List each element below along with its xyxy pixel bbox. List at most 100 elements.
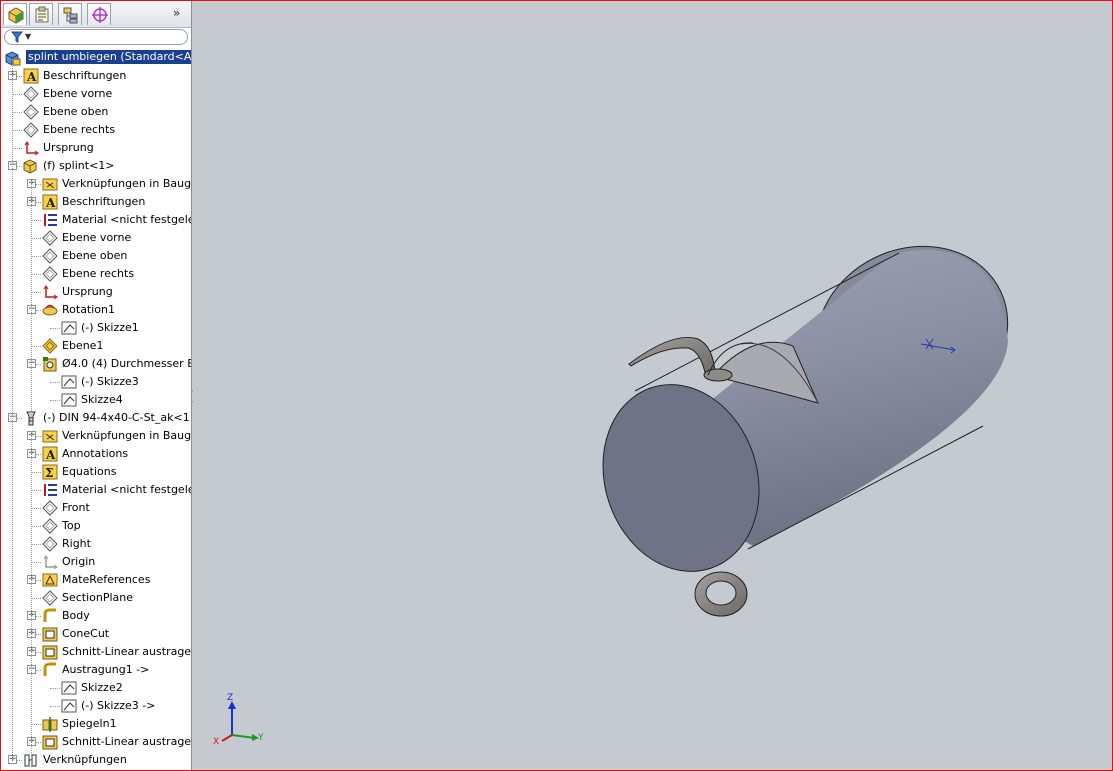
tree-item-beschriftungen[interactable]: + A Beschriftungen [1, 67, 191, 85]
tree-item-din-94-4x40-c-st-ak-1[interactable]: −(-) DIN 94-4x40-C-St_ak<1> -> [1, 409, 191, 427]
tree-item-skizze4[interactable]: Skizze4 [1, 391, 191, 409]
tree-item-ebene-rechts[interactable]: Ebene rechts [1, 121, 191, 139]
tree-item-ebene-oben[interactable]: Ebene oben [1, 103, 191, 121]
tree-item-label: Ebene1 [62, 339, 104, 352]
tree-item-label: Verknüpfungen [43, 753, 127, 766]
feature-tree-filter[interactable]: ▼ [4, 29, 188, 45]
plane-icon [23, 86, 39, 102]
configuration-manager-icon [63, 7, 78, 24]
tree-item-label: Beschriftungen [62, 195, 146, 208]
axis-triad-icon [221, 701, 259, 742]
tree-item-matereferences[interactable]: + MateReferences [1, 571, 191, 589]
tree-item-schnitt-linear-austragen1[interactable]: +Schnitt-Linear austragen1 - [1, 643, 191, 661]
tree-item-top[interactable]: Top [1, 517, 191, 535]
tree-item-right[interactable]: Right [1, 535, 191, 553]
annotation-icon: A [42, 446, 58, 462]
expand-panel-button[interactable]: » [173, 6, 180, 20]
tab-dimxpert-manager[interactable] [87, 3, 111, 25]
tree-item-material-nicht-festgelegt[interactable]: Material <nicht festgelegt> [1, 211, 191, 229]
tree-item-label: Origin [62, 555, 96, 568]
plane-icon [42, 230, 58, 246]
feature-manager-panel: » ▼ splint umbiegen (Standard<Anzeige +A… [1, 1, 192, 770]
mates-folder-icon [42, 178, 58, 191]
tree-item-label: SectionPlane [62, 591, 134, 604]
tree-item-label: Ursprung [43, 141, 94, 154]
triad-y-label: Y [258, 733, 264, 743]
tree-item-ebene-rechts[interactable]: Ebene rechts [1, 265, 191, 283]
tree-item-skizze2[interactable]: Skizze2 [1, 679, 191, 697]
pin-model[interactable] [193, 1, 1112, 770]
tree-item-origin[interactable]: Origin [1, 553, 191, 571]
tree-item-equations[interactable]: Σ Equations [1, 463, 191, 481]
part-icon [23, 159, 37, 174]
plane-icon [23, 122, 39, 138]
tab-configuration-manager[interactable] [58, 3, 82, 25]
svg-text:A: A [26, 70, 37, 84]
triad-z-label: Z [227, 693, 234, 703]
revolve-icon [42, 304, 58, 316]
equation-icon: Σ [42, 464, 58, 480]
origin-icon [24, 141, 39, 156]
dimxpert-icon [92, 7, 108, 23]
tree-item-body[interactable]: + Body [1, 607, 191, 625]
tree-item-austragung1[interactable]: − Austragung1 -> [1, 661, 191, 679]
tree-item-annotations[interactable]: + A Annotations [1, 445, 191, 463]
tree-item-ebene-vorne[interactable]: Ebene vorne [1, 85, 191, 103]
tree-item-label: Material <nicht festgelegt> [62, 483, 191, 496]
tree-item-spiegeln1[interactable]: Spiegeln1 [1, 715, 191, 733]
plane-icon [42, 536, 58, 552]
tree-item-label: Austragung1 -> [62, 663, 150, 676]
view-triad: Z Y X [211, 693, 271, 753]
tree-item-label: Skizze4 [81, 393, 123, 406]
tree-item-material-nicht-festgelegt[interactable]: Material <nicht festgelegt> [1, 481, 191, 499]
tab-feature-manager[interactable] [3, 3, 27, 25]
origin-icon [43, 285, 58, 300]
plane-icon [42, 248, 58, 264]
tree-item-verkn-pfungen[interactable]: + Verknüpfungen [1, 751, 191, 769]
mates-folder-icon [42, 430, 58, 443]
sweep-icon [43, 662, 56, 676]
tree-item-label: Top [62, 519, 81, 532]
tree-item-f-splint-1[interactable]: − (f) splint<1> [1, 157, 191, 175]
plane-icon [42, 266, 58, 282]
solidworks-window: » ▼ splint umbiegen (Standard<Anzeige +A… [0, 0, 1113, 771]
tree-item-verkn-pfungen-in-baugrup[interactable]: +Verknüpfungen in Baugrup [1, 175, 191, 193]
tree-item-sectionplane[interactable]: SectionPlane [1, 589, 191, 607]
tree-item-rotation1[interactable]: − Rotation1 [1, 301, 191, 319]
plane-icon [42, 500, 58, 516]
sketch-icon [61, 321, 77, 335]
tree-item-label: Front [62, 501, 90, 514]
tree-item-label: (-) DIN 94-4x40-C-St_ak<1> -> [43, 411, 192, 424]
tree-item-label: Spiegeln1 [62, 717, 117, 730]
svg-text:Σ: Σ [45, 466, 53, 480]
assembly-icon [5, 51, 21, 66]
tree-item-ebene-oben[interactable]: Ebene oben [1, 247, 191, 265]
tree-item-conecut[interactable]: + ConeCut [1, 625, 191, 643]
graphics-viewport[interactable]: Z Y X [193, 1, 1112, 770]
cut-icon [42, 735, 58, 750]
tree-item-label: Schnitt-Linear austragen1 - [62, 645, 192, 658]
tree-item-skizze3[interactable]: (-) Skizze3 [1, 373, 191, 391]
tree-item-label: (f) splint<1> [43, 159, 115, 172]
tree-item-schnitt-linear-austragen2[interactable]: +Schnitt-Linear austragen2 - [1, 733, 191, 751]
tree-item-beschriftungen[interactable]: + A Beschriftungen [1, 193, 191, 211]
tree-item-label: Ebene oben [62, 249, 128, 262]
tree-item-skizze3[interactable]: (-) Skizze3 -> [1, 697, 191, 715]
tree-guide-line [12, 59, 13, 759]
mirror-icon [42, 717, 58, 732]
tree-item-label: Right [62, 537, 91, 550]
tree-item-skizze1[interactable]: (-) Skizze1 [1, 319, 191, 337]
feature-manager-icon [8, 7, 24, 24]
tree-item-label: Ebene rechts [43, 123, 116, 136]
tree-item-4-0-4-durchmesser-bohr[interactable]: −Ø4.0 (4) Durchmesser Bohr [1, 355, 191, 373]
tree-item-label: (-) Skizze1 [81, 321, 139, 334]
plane-icon [23, 104, 39, 120]
mate-reference-icon [42, 573, 58, 587]
tree-item-ursprung[interactable]: Ursprung [1, 283, 191, 301]
tree-item-ursprung[interactable]: Ursprung [1, 139, 191, 157]
tree-item-ebene1[interactable]: Ebene1 [1, 337, 191, 355]
tree-item-ebene-vorne[interactable]: Ebene vorne [1, 229, 191, 247]
tree-item-verkn-pfungen-in-baugrup[interactable]: +Verknüpfungen in Baugrup [1, 427, 191, 445]
tree-item-front[interactable]: Front [1, 499, 191, 517]
tab-property-manager[interactable] [29, 3, 53, 25]
